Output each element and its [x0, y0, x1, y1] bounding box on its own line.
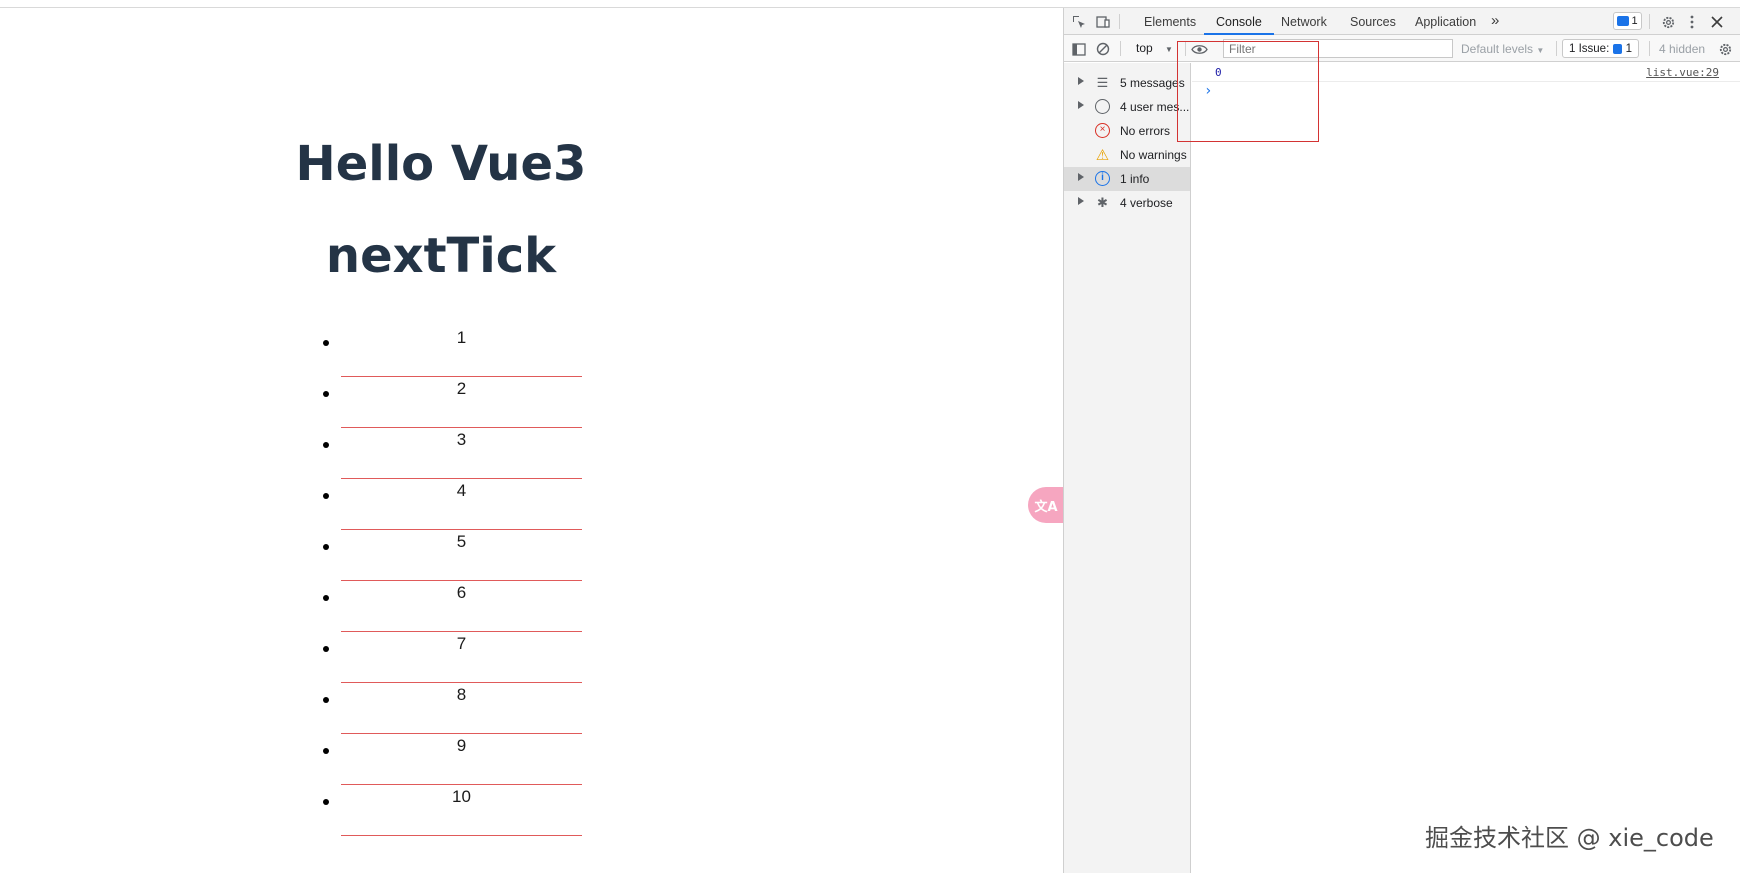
list-item-value: 7 — [341, 632, 582, 683]
list-item-value: 6 — [341, 581, 582, 632]
list-item: 7 — [318, 632, 582, 683]
bullet — [323, 340, 329, 346]
list-item-value: 8 — [341, 683, 582, 734]
list-item: 6 — [318, 581, 582, 632]
screen: Hello Vue3 nextTick 1 2 3 4 5 6 7 8 9 10… — [0, 0, 1740, 873]
inspect-element-icon[interactable] — [1070, 13, 1088, 31]
tab-separator — [1119, 14, 1120, 29]
expand-arrow-icon[interactable] — [1078, 173, 1084, 181]
tab-sources[interactable]: Sources — [1350, 15, 1396, 29]
sidebar-item-errors[interactable]: × No errors — [1064, 119, 1190, 143]
sidebar-item-warnings[interactable]: ⚠ No warnings — [1064, 143, 1190, 167]
translate-button[interactable]: 文A — [1028, 487, 1064, 523]
issues-count: 1 — [1625, 42, 1632, 55]
close-icon[interactable] — [1708, 13, 1726, 31]
tab-application[interactable]: Application — [1415, 15, 1476, 29]
list-item-value: 3 — [341, 428, 582, 479]
bullet — [323, 748, 329, 754]
list-icon: ☰ — [1096, 74, 1109, 90]
list-item-value: 2 — [341, 377, 582, 428]
device-toolbar-icon[interactable] — [1094, 13, 1112, 31]
chevron-down-icon: ▼ — [1536, 46, 1545, 55]
sidebar-toggle-icon[interactable] — [1070, 40, 1088, 58]
list-item-value: 4 — [341, 479, 582, 530]
bullet — [323, 544, 329, 550]
list-item-value: 1 — [341, 326, 582, 377]
sidebar-item-label: No warnings — [1120, 148, 1187, 162]
bullet — [323, 646, 329, 652]
log-source-link[interactable]: list.vue:29 — [1646, 66, 1719, 79]
bullet — [323, 493, 329, 499]
bullet — [323, 799, 329, 805]
issue-message-icon — [1613, 43, 1622, 54]
translate-icon: 文A — [1034, 499, 1058, 515]
sidebar-item-user-messages[interactable]: 4 user mes... — [1064, 95, 1190, 119]
list-item-value: 5 — [341, 530, 582, 581]
sidebar-item-label: 4 verbose — [1120, 196, 1173, 210]
bullet — [323, 595, 329, 601]
tab-separator — [1649, 14, 1650, 29]
devtools-panel: Elements Console Network Sources Applica… — [1063, 8, 1740, 873]
console-sidebar: ☰ 5 messages 4 user mes... × No errors ⚠… — [1064, 63, 1191, 873]
list-item-value: 9 — [341, 734, 582, 785]
error-icon: × — [1094, 122, 1111, 139]
list-item: 4 — [318, 479, 582, 530]
chevron-down-icon: ▼ — [1165, 45, 1173, 54]
bullet — [323, 442, 329, 448]
messages-count: 1 — [1631, 15, 1638, 27]
expand-arrow-icon[interactable] — [1078, 197, 1084, 205]
sidebar-item-verbose[interactable]: ✱ 4 verbose — [1064, 191, 1190, 215]
settings-icon[interactable] — [1659, 13, 1677, 31]
expand-arrow-icon[interactable] — [1078, 101, 1084, 109]
warning-icon: ⚠ — [1095, 146, 1110, 164]
toolbar-separator — [1556, 41, 1557, 56]
message-icon — [1617, 16, 1630, 26]
list-item: 5 — [318, 530, 582, 581]
sidebar-item-info[interactable]: i 1 info — [1064, 167, 1190, 191]
context-value: top — [1136, 41, 1153, 55]
log-levels-label: Default levels — [1461, 42, 1534, 56]
toolbar-separator — [1649, 41, 1650, 56]
user-icon — [1094, 98, 1111, 115]
sidebar-item-messages[interactable]: ☰ 5 messages — [1064, 71, 1190, 95]
app-subtitle: nextTick — [325, 228, 557, 284]
more-tabs-button[interactable]: » — [1491, 12, 1499, 29]
list-item: 10 — [318, 785, 582, 836]
bug-icon: ✱ — [1097, 194, 1108, 210]
tab-network[interactable]: Network — [1281, 15, 1327, 29]
bullet — [323, 391, 329, 397]
list-item: 3 — [318, 428, 582, 479]
expand-arrow-icon[interactable] — [1078, 77, 1084, 85]
info-icon: i — [1094, 170, 1111, 187]
hidden-count: 4 hidden — [1659, 42, 1706, 56]
list-item-value: 10 — [341, 785, 582, 836]
list-item: 2 — [318, 377, 582, 428]
bullet — [323, 697, 329, 703]
console-settings-icon[interactable] — [1716, 40, 1734, 58]
list-item: 9 — [318, 734, 582, 785]
context-selector[interactable]: top ▼ — [1136, 41, 1173, 55]
log-levels-dropdown[interactable]: Default levels ▼ — [1461, 42, 1544, 56]
console-toolbar: top ▼ Default levels ▼ 1 Issue: 1 4 hidd… — [1064, 35, 1740, 62]
issues-button[interactable]: 1 Issue: 1 — [1562, 39, 1639, 58]
tab-elements[interactable]: Elements — [1144, 15, 1196, 29]
number-list: 1 2 3 4 5 6 7 8 9 10 — [318, 326, 582, 836]
tab-console[interactable]: Console — [1216, 15, 1262, 29]
list-item: 1 — [318, 326, 582, 377]
app-title: Hello Vue3 — [295, 136, 587, 192]
list-item: 8 — [318, 683, 582, 734]
sidebar-item-label: 1 info — [1120, 172, 1150, 186]
console-output: 0 list.vue:29 › — [1192, 63, 1740, 873]
issues-label: 1 Issue: — [1569, 42, 1610, 55]
app-viewport: Hello Vue3 nextTick 1 2 3 4 5 6 7 8 9 10 — [0, 8, 1063, 873]
annotation-highlight-box — [1177, 41, 1319, 142]
toolbar-separator — [1120, 41, 1121, 56]
clear-console-icon[interactable] — [1094, 40, 1112, 58]
messages-badge[interactable]: 1 — [1613, 12, 1642, 30]
devtools-tabbar: Elements Console Network Sources Applica… — [1064, 8, 1740, 35]
watermark: 掘金技术社区 @ xie_code — [1425, 824, 1714, 852]
more-options-icon[interactable] — [1684, 13, 1700, 31]
